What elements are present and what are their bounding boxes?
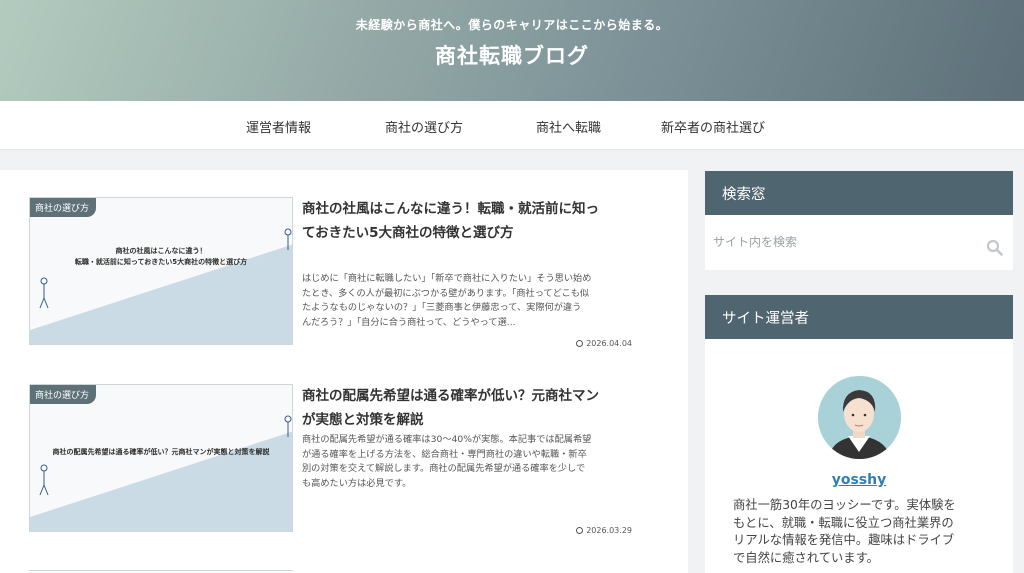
nav-item-how-to-choose[interactable]: 商社の選び方 — [385, 117, 463, 136]
clock-icon — [576, 527, 584, 534]
search-input[interactable] — [713, 225, 983, 259]
post-excerpt-line: んだろう？」「自分に合う商社って、どうやって選... — [302, 316, 516, 328]
thumbnail-caption-line: 商社の社風はこんなに違う！ — [115, 247, 207, 255]
post-excerpt-line: たとき、多くの人が最初にぶつかる壁があります。「商社ってどこも似 — [302, 287, 590, 299]
post-list: 商社の選び方 商社の社風はこんなに違う！ 転職・就活前に知っておきたい5大商社の… — [0, 170, 688, 573]
thumbnail-illustration — [30, 415, 292, 531]
site-title[interactable]: 商社転職ブログ — [0, 40, 1024, 70]
nav-item-operator-info[interactable]: 運営者情報 — [246, 117, 311, 136]
profile-name-link[interactable]: yosshy — [705, 472, 1013, 488]
profile-bio-line: で自然に癒されています。 — [733, 550, 879, 565]
avatar — [818, 376, 901, 459]
post-date-text: 2026.04.04 — [586, 339, 632, 348]
clock-icon — [576, 340, 584, 347]
category-badge[interactable]: 商社の選び方 — [30, 198, 97, 217]
post-excerpt-line: たようなものじゃないの？」「三菱商事と伊藤忠って、実際何が違う — [302, 302, 582, 314]
post-excerpt-line: 商社の配属先希望が通る確率は30〜40%が実態。本記事では配属希望 — [302, 434, 592, 445]
post-card[interactable]: 商社の選び方 商社の社風はこんなに違う！ 転職・就活前に知っておきたい5大商社の… — [29, 197, 641, 348]
post-date: 2026.03.29 — [576, 526, 632, 535]
profile-bio: 商社一筋30年のヨッシーです。実体験を もとに、就職・転職に役立つ商社業界の リ… — [733, 497, 985, 567]
search-icon[interactable] — [986, 239, 1003, 256]
post-excerpt-line: も高めたい方は必見です。 — [302, 477, 412, 489]
profile-bio-line: リアルな情報を発信中。趣味はドライブ — [733, 533, 955, 547]
thumbnail-caption: 商社の配属先希望は通る確率が低い？元商社マンが実態と対策を解説 — [40, 447, 282, 458]
post-title-line[interactable]: が実態と対策を解説 — [302, 408, 637, 432]
profile-widget: yosshy 商社一筋30年のヨッシーです。実体験を もとに、就職・転職に役立つ… — [705, 339, 1013, 573]
post-date: 2026.04.04 — [576, 339, 632, 348]
post-excerpt-line: 別の対策を交えて解説します。商社の配属先希望が通る確率を少しで — [302, 463, 586, 475]
post-thumbnail[interactable]: 商社の選び方 商社の社風はこんなに違う！ 転職・就活前に知っておきたい5大商社の… — [29, 197, 293, 345]
post-excerpt-line: が通る確率を上げる方法を、総合商社・専門商社の違いや転職・新卒 — [302, 448, 587, 460]
post-title-line[interactable]: ておきたい5大商社の特徴と選び方 — [302, 221, 637, 245]
thumbnail-caption-line: 商社の配属先希望は通る確率が低い？元商社マンが実態と対策を解説 — [52, 448, 270, 456]
profile-bio-line: もとに、就職・転職に役立つ商社業界の — [733, 515, 954, 530]
thumbnail-caption-line: 転職・就活前に知っておきたい5大商社の特徴と選び方 — [74, 258, 248, 266]
site-header: 未経験から商社へ。僕らのキャリアはここから始まる。 商社転職ブログ — [0, 0, 1024, 101]
post-excerpt: はじめに「商社に転職したい」「新卒で商社に入りたい」そう思い始め たとき、多くの… — [302, 272, 637, 330]
post-excerpt-line: はじめに「商社に転職したい」「新卒で商社に入りたい」そう思い始め — [302, 273, 592, 284]
search-widget — [705, 215, 1013, 270]
nav-item-new-graduate[interactable]: 新卒者の商社選び — [661, 117, 765, 136]
post-title-line[interactable]: 商社の社風はこんなに違う！転職・就活前に知っ — [302, 197, 637, 221]
nav-item-career-change[interactable]: 商社へ転職 — [536, 117, 601, 136]
profile-bio-line: 商社一筋30年のヨッシーです。実体験を — [733, 498, 956, 512]
post-thumbnail[interactable]: 商社の選び方 商社の配属先希望は通る確率が低い？元商社マンが実態と対策を解説 — [29, 384, 293, 532]
post-title[interactable]: 商社の社風はこんなに違う！転職・就活前に知っ ておきたい5大商社の特徴と選び方 — [302, 197, 637, 245]
site-tagline: 未経験から商社へ。僕らのキャリアはここから始まる。 — [355, 18, 669, 32]
post-excerpt: 商社の配属先希望が通る確率は30〜40%が実態。本記事では配属希望 が通る確率を… — [302, 433, 637, 491]
post-date-text: 2026.03.29 — [586, 526, 632, 535]
post-title-line[interactable]: 商社の配属先希望は通る確率が低い？元商社マン — [302, 384, 637, 408]
global-nav: 運営者情報 商社の選び方 商社へ転職 新卒者の商社選び — [0, 101, 1024, 150]
category-badge[interactable]: 商社の選び方 — [30, 385, 97, 404]
post-card[interactable]: 商社の選び方 商社の配属先希望は通る確率が低い？元商社マンが実態と対策を解説 商… — [29, 384, 641, 535]
post-title[interactable]: 商社の配属先希望は通る確率が低い？元商社マン が実態と対策を解説 — [302, 384, 637, 432]
thumbnail-illustration — [30, 228, 292, 344]
thumbnail-caption: 商社の社風はこんなに違う！ 転職・就活前に知っておきたい5大商社の特徴と選び方 — [40, 246, 282, 268]
profile-widget-title: サイト運営者 — [705, 295, 1013, 339]
search-widget-title: 検索窓 — [705, 171, 1013, 215]
